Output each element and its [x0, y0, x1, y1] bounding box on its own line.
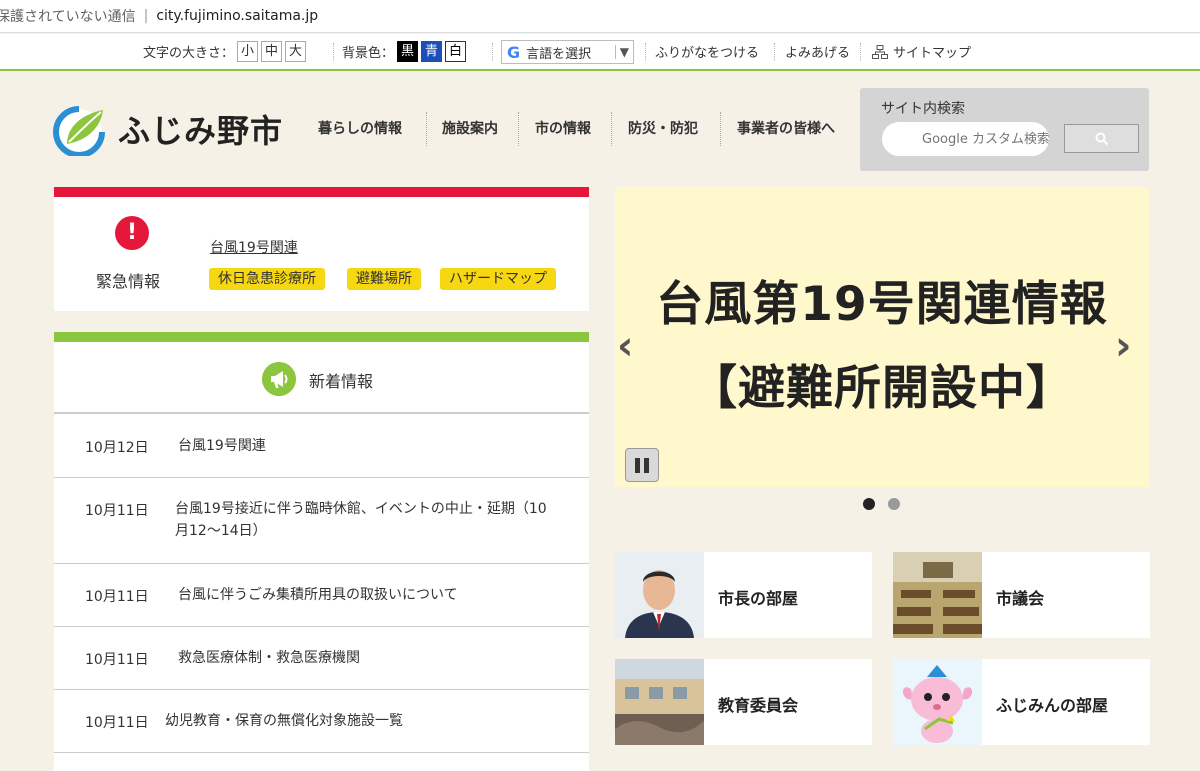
- nav-divider: [611, 112, 612, 146]
- slide-headline: 台風第19号関連情報: [656, 277, 1108, 332]
- news-panel: 新着情報 10月12日 台風19号関連 10月11日 台風19号接近に伴う臨時休…: [54, 332, 589, 771]
- tag-evacuation-site[interactable]: 避難場所: [347, 268, 421, 290]
- utility-divider: [492, 43, 493, 61]
- slider-next-icon[interactable]: ›: [1115, 323, 1131, 369]
- nav-living-info[interactable]: 暮らしの情報: [318, 108, 402, 148]
- mayor-room-label: 市長の部屋: [718, 589, 799, 608]
- board-of-education-label: 教育委員会: [718, 696, 799, 715]
- nav-business[interactable]: 事業者の皆様へ: [737, 108, 835, 148]
- news-item[interactable]: 10月11日 台風に伴うごみ集積所用具の取扱いについて: [54, 564, 589, 627]
- site-search-label: サイト内検索: [881, 101, 965, 117]
- font-size-control: 文字の大きさ： 小 中 大: [143, 34, 307, 69]
- utility-bar: 文字の大きさ： 小 中 大 背景色： 黒 青 白 G 言語を選択 ▼ ふりがなを…: [0, 34, 1200, 71]
- pause-icon: [635, 457, 640, 473]
- megaphone-icon: [262, 362, 296, 396]
- slider-prev-icon[interactable]: ‹: [617, 323, 633, 369]
- site-search-panel: サイト内検索: [860, 88, 1149, 171]
- mayor-room-card[interactable]: 市長の部屋: [615, 552, 872, 638]
- slide-subheadline: 【避難所開設中】: [690, 361, 1074, 416]
- utility-divider: [774, 43, 775, 61]
- council-chamber-photo: [893, 552, 982, 638]
- furigana-link[interactable]: ふりがなをつける: [655, 34, 759, 69]
- school-building-photo: [615, 659, 704, 745]
- news-date: 10月11日: [85, 715, 149, 731]
- fujimin-mascot-image: [893, 659, 982, 745]
- bg-blue-button[interactable]: 青: [421, 41, 443, 62]
- news-date: 10月11日: [85, 652, 149, 668]
- utility-divider: [645, 43, 646, 61]
- emergency-info-panel: ! 緊急情報 台風19号関連 休日急患診療所 避難場所 ハザードマップ: [54, 187, 589, 311]
- city-logo-text[interactable]: ふじみ野市: [118, 106, 283, 152]
- city-logo-icon[interactable]: [53, 104, 105, 156]
- news-item[interactable]: 10月11日 台風19号接近に伴う臨時休館、イベントの中止・延期（10月12～1…: [54, 478, 589, 564]
- bg-color-label: 背景色：: [342, 46, 395, 61]
- sitemap-link[interactable]: サイトマップ: [872, 34, 971, 69]
- google-g-icon: G: [507, 42, 521, 62]
- alert-exclamation-icon: !: [115, 216, 149, 250]
- fujimin-room-label: ふじみんの部屋: [996, 696, 1109, 715]
- dropdown-arrow-icon: ▼: [614, 45, 629, 59]
- city-council-label: 市議会: [996, 589, 1045, 608]
- nav-divider: [518, 112, 519, 146]
- news-date: 10月11日: [85, 503, 149, 519]
- board-of-education-card[interactable]: 教育委員会: [615, 659, 872, 745]
- utility-divider: [860, 43, 861, 61]
- tag-holiday-clinic[interactable]: 休日急患診療所: [209, 268, 325, 290]
- bg-black-button[interactable]: 黒: [397, 41, 419, 62]
- nav-divider: [426, 112, 427, 146]
- url-text[interactable]: city.fujimino.saitama.jp: [156, 8, 318, 24]
- news-item[interactable]: 10月11日 救急医療体制・救急医療機関: [54, 627, 589, 690]
- nav-disaster-prevention[interactable]: 防災・防犯: [628, 108, 698, 148]
- news-item[interactable]: 10月11日 幼児教育・保育の無償化対象施設一覧: [54, 690, 589, 753]
- news-date: 10月12日: [85, 440, 149, 456]
- tag-hazard-map[interactable]: ハザードマップ: [440, 268, 556, 290]
- utility-divider: [333, 43, 334, 61]
- emergency-typhoon-link[interactable]: 台風19号関連: [210, 237, 298, 257]
- bg-white-button[interactable]: 白: [445, 41, 467, 62]
- security-status-text: 保護されていない通信: [0, 9, 136, 25]
- site-search-input[interactable]: [882, 122, 1049, 156]
- news-text[interactable]: 幼児教育・保育の無償化対象施設一覧: [165, 710, 555, 732]
- city-council-card[interactable]: 市議会: [893, 552, 1150, 638]
- sitemap-icon: [872, 44, 888, 59]
- news-date: 10月11日: [85, 589, 149, 605]
- browser-address-bar[interactable]: 保護されていない通信 | city.fujimino.saitama.jp: [0, 0, 1200, 33]
- news-text[interactable]: 台風に伴うごみ集積所用具の取扱いについて: [178, 584, 568, 606]
- pause-icon: [644, 457, 649, 473]
- nav-divider: [720, 112, 721, 146]
- news-title: 新着情報: [309, 372, 374, 391]
- news-header: 新着情報: [54, 342, 589, 414]
- bg-color-control: 背景色： 黒 青 白: [342, 34, 467, 69]
- font-size-medium-button[interactable]: 中: [261, 41, 283, 62]
- language-select[interactable]: G 言語を選択 ▼: [501, 40, 634, 64]
- sitemap-label: サイトマップ: [893, 46, 972, 61]
- news-item[interactable]: 10月12日 台風19号関連: [54, 414, 589, 478]
- language-select-label: 言語を選択: [526, 46, 592, 62]
- read-aloud-link[interactable]: よみあげる: [785, 34, 850, 69]
- hero-slider[interactable]: 台風第19号関連情報 【避難所開設中】 ‹ ›: [615, 187, 1149, 487]
- font-size-small-button[interactable]: 小: [237, 41, 259, 62]
- news-text[interactable]: 救急医療体制・救急医療機関: [178, 647, 568, 669]
- mayor-photo: [615, 552, 704, 638]
- slider-dot-active[interactable]: [863, 498, 875, 510]
- news-text[interactable]: 台風19号接近に伴う臨時休館、イベントの中止・延期（10月12～14日）: [175, 498, 555, 542]
- site-search-button[interactable]: [1064, 124, 1139, 153]
- nav-city-info[interactable]: 市の情報: [535, 108, 591, 148]
- address-separator: |: [143, 8, 149, 24]
- news-text[interactable]: 台風19号関連: [178, 435, 568, 457]
- slider-dot[interactable]: [888, 498, 900, 510]
- slider-pause-button[interactable]: [625, 448, 659, 482]
- nav-facilities[interactable]: 施設案内: [442, 108, 498, 148]
- search-icon: [1095, 132, 1108, 145]
- emergency-info-title: 緊急情報: [96, 272, 161, 291]
- fujimin-room-card[interactable]: ふじみんの部屋: [893, 659, 1150, 745]
- font-size-label: 文字の大きさ：: [143, 46, 235, 61]
- font-size-large-button[interactable]: 大: [285, 41, 307, 62]
